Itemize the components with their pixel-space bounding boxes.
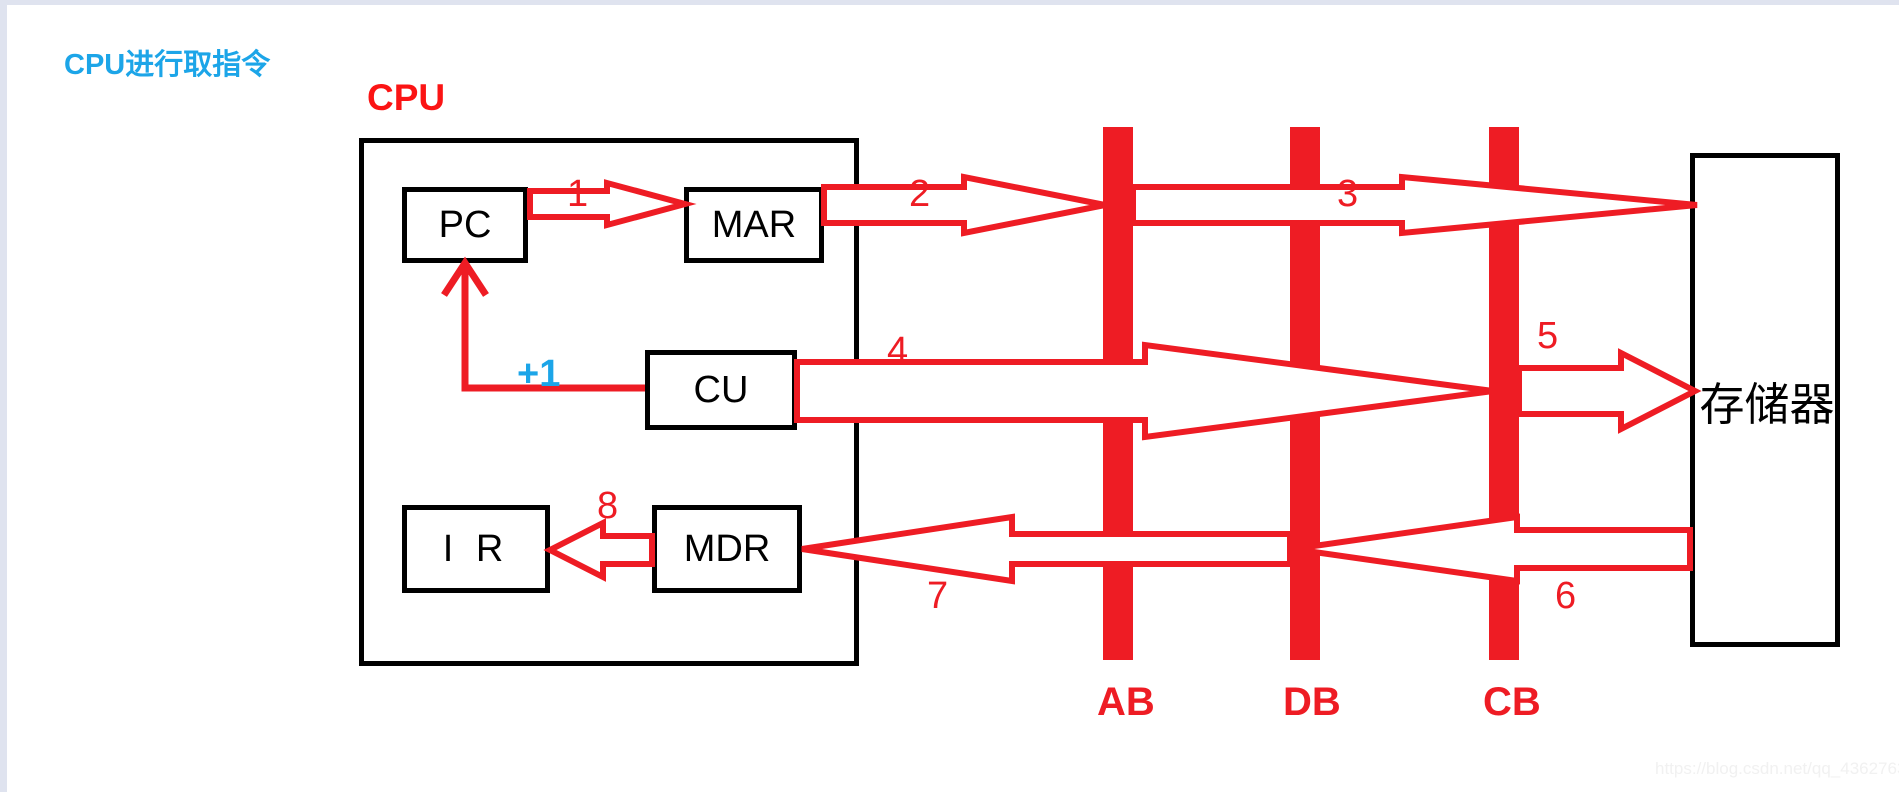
flow-arrows-layer	[441, 173, 1702, 585]
control-bus-label: CB	[1483, 680, 1541, 724]
memory-address-register-box[interactable]: MAR	[684, 187, 824, 263]
step-number-3: 3	[1337, 173, 1359, 215]
memory-data-register-box[interactable]: MDR	[652, 505, 802, 593]
arrow-3-ab-to-memory	[1130, 173, 1698, 237]
control-unit-label: CU	[693, 368, 749, 411]
watermark: https://blog.csdn.net/qq_43627631	[1655, 759, 1899, 778]
memory-label: 存储器	[1699, 378, 1835, 430]
diagram-canvas: CPU进行取指令 CPU PC MAR CU I R MDR 存储器 AB DB…	[0, 0, 1899, 792]
program-counter-box[interactable]: PC	[402, 187, 528, 263]
memory-address-register-label: MAR	[711, 203, 797, 246]
address-bus-label: AB	[1097, 680, 1155, 724]
step-number-7: 7	[927, 575, 949, 617]
program-counter-label: PC	[438, 203, 492, 246]
step-number-6: 6	[1555, 575, 1577, 617]
step-number-5: 5	[1537, 315, 1559, 357]
data-bus-bar[interactable]	[1290, 127, 1320, 660]
instruction-register-label: I R	[442, 527, 510, 570]
step-number-8: 8	[597, 485, 619, 527]
page-title: CPU进行取指令	[64, 49, 271, 81]
memory-data-register-label: MDR	[683, 527, 771, 570]
instruction-register-box[interactable]: I R	[402, 505, 550, 593]
data-bus-label: DB	[1283, 680, 1341, 724]
step-number-1: 1	[567, 173, 589, 215]
arrow-5-cb-to-memory	[1516, 348, 1702, 434]
control-unit-box[interactable]: CU	[645, 350, 797, 430]
address-bus-bar[interactable]	[1103, 127, 1133, 660]
step-number-4: 4	[887, 330, 909, 372]
cpu-label: CPU	[367, 77, 446, 118]
memory-box[interactable]: 存储器	[1690, 153, 1840, 647]
pc-increment-label: +1	[517, 353, 561, 395]
step-number-2: 2	[909, 173, 931, 215]
arrow-2-mar-to-ab	[821, 173, 1106, 237]
arrow-7-db-to-mdr	[801, 513, 1293, 585]
control-bus-bar[interactable]	[1489, 127, 1519, 660]
